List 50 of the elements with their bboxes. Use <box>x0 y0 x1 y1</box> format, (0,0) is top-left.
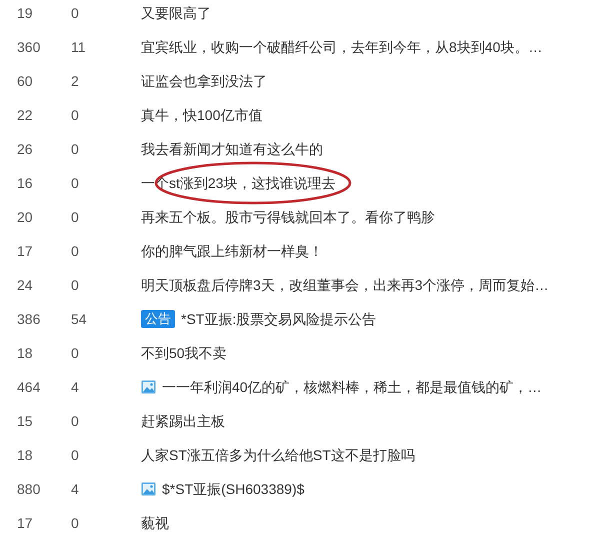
comment-count: 0 <box>71 446 80 464</box>
post-title-link[interactable]: 一一年利润40亿的矿，核燃料棒，稀土，都是最值钱的矿，… <box>162 376 542 398</box>
comment-count: 4 <box>71 378 80 396</box>
post-title-link[interactable]: 真牛，快100亿市值 <box>141 104 262 126</box>
post-title-link[interactable]: *ST亚振:股票交易风险提示公告 <box>181 308 376 330</box>
image-icon <box>141 380 156 394</box>
post-title-link[interactable]: 证监会也拿到没法了 <box>141 70 267 92</box>
comment-count: 11 <box>71 38 87 56</box>
comment-count: 0 <box>71 106 80 124</box>
read-count: 15 <box>16 412 34 430</box>
read-count: 18 <box>16 344 34 362</box>
read-count: 16 <box>16 174 34 192</box>
comment-count: 0 <box>71 276 80 294</box>
read-count: 19 <box>16 4 34 22</box>
read-count: 20 <box>16 208 34 226</box>
comment-count: 0 <box>71 514 80 532</box>
comment-count: 0 <box>71 242 80 260</box>
comment-count: 0 <box>71 140 80 158</box>
post-title-link[interactable]: $*ST亚振(SH603389)$ <box>162 478 304 500</box>
read-count: 386 <box>16 310 42 328</box>
post-title-link[interactable]: 不到50我不卖 <box>141 342 227 364</box>
comment-count: 54 <box>71 310 88 328</box>
post-title-link[interactable]: 又要限高了 <box>141 2 211 24</box>
read-count: 24 <box>16 276 34 294</box>
read-count: 17 <box>16 514 34 532</box>
post-title-link[interactable]: 藐视 <box>141 512 169 534</box>
post-title-link[interactable]: 明天顶板盘后停牌3天，改组董事会，出来再3个涨停，周而复始… <box>141 274 549 296</box>
read-count: 880 <box>16 480 42 498</box>
read-count: 17 <box>16 242 34 260</box>
comment-count: 4 <box>71 480 80 498</box>
read-count: 464 <box>16 378 42 396</box>
comment-count: 0 <box>71 208 80 226</box>
post-title-link[interactable]: 你的脾气跟上纬新材一样臭！ <box>141 240 323 262</box>
post-title-link[interactable]: 我去看新闻才知道有这么牛的 <box>141 138 323 160</box>
read-count: 360 <box>16 38 42 56</box>
post-title-link[interactable]: 赶紧踢出主板 <box>141 410 225 432</box>
read-count: 22 <box>16 106 34 124</box>
comment-count: 0 <box>71 174 80 192</box>
notice-tag: 公告 <box>141 310 175 328</box>
post-title-link[interactable]: 再来五个板。股市亏得钱就回本了。看你了鸭胗 <box>141 206 435 228</box>
read-count: 26 <box>16 140 34 158</box>
comment-count: 2 <box>71 72 80 90</box>
post-title-link[interactable]: 宜宾纸业，收购一个破醋纤公司，去年到今年，从8块到40块。… <box>141 36 542 58</box>
read-count: 18 <box>16 446 34 464</box>
post-title-link[interactable]: 人家ST涨五倍多为什么给他ST这不是打脸吗 <box>141 444 415 466</box>
comment-count: 0 <box>71 4 80 22</box>
image-icon <box>141 482 156 496</box>
read-count: 60 <box>16 72 34 90</box>
comment-count: 0 <box>71 344 80 362</box>
comment-count: 0 <box>71 412 80 430</box>
